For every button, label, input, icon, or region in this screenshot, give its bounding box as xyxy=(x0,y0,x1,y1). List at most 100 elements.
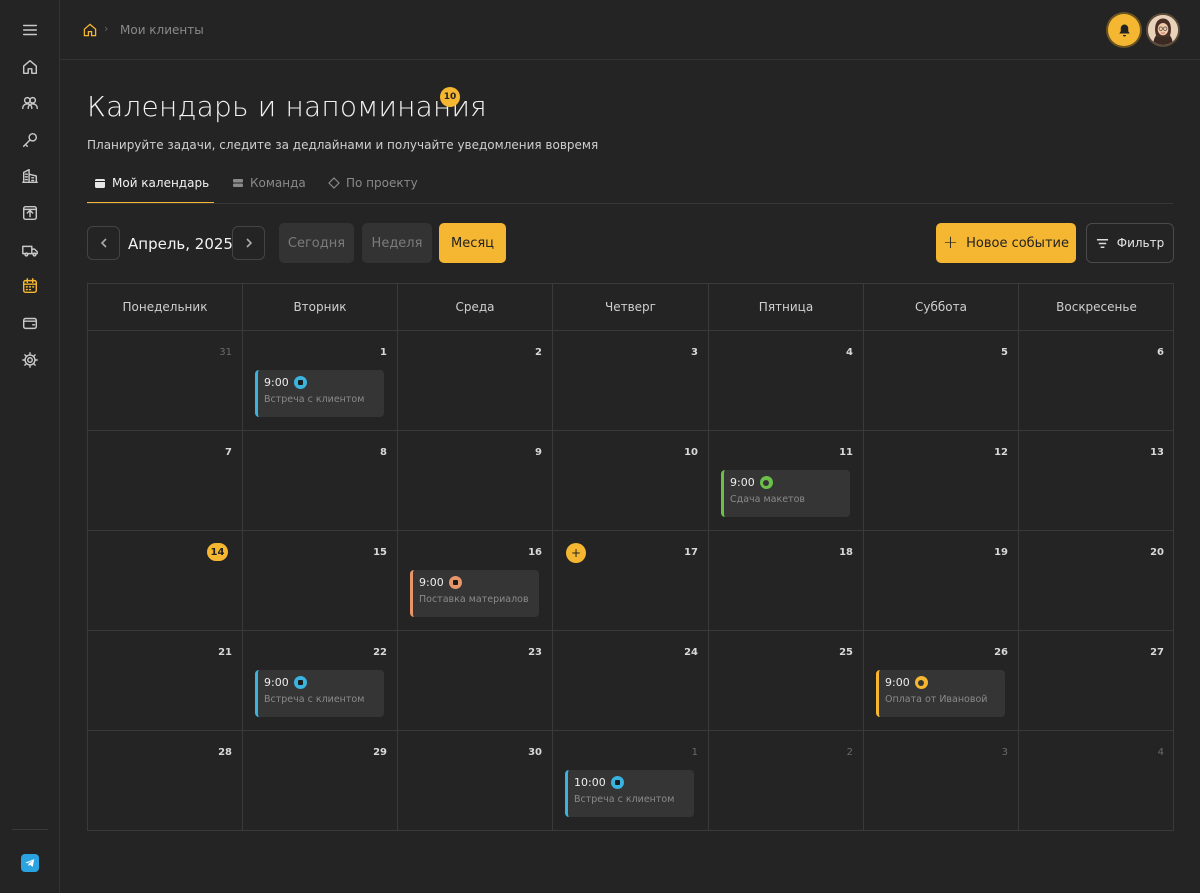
day-cell[interactable]: 8 xyxy=(243,431,398,530)
key-icon[interactable] xyxy=(20,130,40,150)
day-cell[interactable]: 12 xyxy=(864,431,1019,530)
event-card[interactable]: 9:00 Встреча с клиентом xyxy=(255,670,384,717)
day-cell[interactable]: 13 xyxy=(1019,431,1174,530)
tab-team[interactable]: Команда xyxy=(232,176,306,204)
prev-month-button[interactable] xyxy=(87,226,120,260)
day-cell[interactable]: 26 9:00 Оплата от Ивановой xyxy=(864,631,1019,730)
day-cell[interactable]: 22 9:00 Встреча с клиентом xyxy=(243,631,398,730)
day-number: 11 xyxy=(839,447,853,458)
breadcrumb-current[interactable]: Мои клиенты xyxy=(120,23,204,37)
chevron-right-icon xyxy=(245,238,252,248)
meeting-icon xyxy=(293,676,307,689)
truck-icon[interactable] xyxy=(20,240,40,260)
user-avatar[interactable] xyxy=(1146,13,1180,47)
day-number: 13 xyxy=(1150,447,1164,458)
calendar-icon[interactable] xyxy=(20,276,40,296)
event-card[interactable]: 10:00 Встреча с клиентом xyxy=(565,770,694,817)
settings-icon[interactable] xyxy=(20,350,40,370)
add-event-icon[interactable]: + xyxy=(566,543,586,563)
event-card[interactable]: 9:00 Сдача макетов xyxy=(721,470,850,517)
day-cell[interactable]: 7 xyxy=(88,431,243,530)
current-month-label: Апрель, 2025 xyxy=(128,235,233,253)
day-cell[interactable]: 11 9:00 Сдача макетов xyxy=(709,431,864,530)
home-crumb-icon[interactable] xyxy=(82,22,98,38)
day-number: 6 xyxy=(1157,347,1164,358)
week-view-button[interactable]: Неделя xyxy=(362,223,432,263)
day-cell[interactable]: 31 xyxy=(88,331,243,430)
day-cell[interactable]: 3 xyxy=(553,331,709,430)
next-month-button[interactable] xyxy=(232,226,265,260)
calendar-week: 7 8 9 10 11 9:00 Сдача макетов 12 13 xyxy=(88,431,1173,531)
deadline-icon xyxy=(759,476,773,489)
page-subtitle: Планируйте задачи, следите за дедлайнами… xyxy=(87,138,599,152)
day-cell[interactable]: 6 xyxy=(1019,331,1174,430)
filter-button[interactable]: Фильтр xyxy=(1086,223,1174,263)
day-cell[interactable]: 14 xyxy=(88,531,243,630)
day-number: 27 xyxy=(1150,647,1164,658)
meeting-icon xyxy=(293,376,307,389)
wallet-icon[interactable] xyxy=(20,313,40,333)
day-cell[interactable]: 30 xyxy=(398,731,553,830)
day-cell[interactable]: 18 xyxy=(709,531,864,630)
day-number: 3 xyxy=(691,347,698,358)
day-cell[interactable]: 25 xyxy=(709,631,864,730)
reminders-count-badge: 10 xyxy=(440,87,460,107)
weekday-label: Понедельник xyxy=(88,284,243,330)
chevron-left-icon xyxy=(100,238,107,248)
plus-icon: + xyxy=(943,232,959,253)
day-cell[interactable]: 16 9:00 Поставка материалов xyxy=(398,531,553,630)
calendar-week: 28 29 30 1 10:00 Встреча с клиентом 2 3 … xyxy=(88,731,1173,830)
day-cell[interactable]: 27 xyxy=(1019,631,1174,730)
day-cell[interactable]: 29 xyxy=(243,731,398,830)
day-cell[interactable]: 3 xyxy=(864,731,1019,830)
event-time: 10:00 xyxy=(574,776,606,789)
new-event-label: Новое событие xyxy=(966,235,1069,251)
day-cell[interactable]: 28 xyxy=(88,731,243,830)
meeting-icon xyxy=(610,776,624,789)
day-cell[interactable]: 23 xyxy=(398,631,553,730)
day-number: 25 xyxy=(839,647,853,658)
day-cell[interactable]: 10 xyxy=(553,431,709,530)
calendar-week: 14 15 16 9:00 Поставка материалов + 17 1… xyxy=(88,531,1173,631)
day-cell[interactable]: 2 xyxy=(709,731,864,830)
event-card[interactable]: 9:00 Поставка материалов xyxy=(410,570,539,617)
event-card[interactable]: 9:00 Оплата от Ивановой xyxy=(876,670,1005,717)
today-button[interactable]: Сегодня xyxy=(279,223,354,263)
day-cell[interactable]: 1 10:00 Встреча с клиентом xyxy=(553,731,709,830)
weekday-label: Четверг xyxy=(553,284,709,330)
home-icon[interactable] xyxy=(20,57,40,77)
weekday-header: Понедельник Вторник Среда Четверг Пятниц… xyxy=(88,284,1173,331)
new-event-button[interactable]: + Новое событие xyxy=(936,223,1076,263)
day-cell[interactable]: 4 xyxy=(709,331,864,430)
diamond-tab-icon xyxy=(328,177,340,189)
day-cell[interactable]: 4 xyxy=(1019,731,1174,830)
day-cell[interactable]: 1 9:00 Встреча с клиентом xyxy=(243,331,398,430)
day-cell[interactable]: 24 xyxy=(553,631,709,730)
buildings-icon[interactable] xyxy=(20,166,40,186)
users-icon[interactable] xyxy=(20,93,40,113)
day-cell[interactable]: 2 xyxy=(398,331,553,430)
upload-box-icon[interactable] xyxy=(20,203,40,223)
event-card[interactable]: 9:00 Встреча с клиентом xyxy=(255,370,384,417)
day-cell[interactable]: + 17 xyxy=(553,531,709,630)
day-number: 16 xyxy=(528,547,542,558)
telegram-icon[interactable] xyxy=(21,854,39,872)
day-cell[interactable]: 20 xyxy=(1019,531,1174,630)
day-cell[interactable]: 15 xyxy=(243,531,398,630)
team-tab-icon xyxy=(233,179,243,187)
day-cell[interactable]: 9 xyxy=(398,431,553,530)
weekday-label: Воскресенье xyxy=(1056,300,1137,314)
event-title: Поставка материалов xyxy=(419,594,529,605)
day-cell[interactable]: 21 xyxy=(88,631,243,730)
notifications-bell-icon[interactable] xyxy=(1108,14,1140,46)
filter-icon xyxy=(1096,238,1108,248)
day-cell[interactable]: 5 xyxy=(864,331,1019,430)
tab-my-calendar[interactable]: Мой календарь xyxy=(87,176,214,204)
event-time: 9:00 xyxy=(264,676,289,689)
menu-icon[interactable] xyxy=(20,20,40,40)
tab-by-project[interactable]: По проекту xyxy=(328,176,418,204)
month-view-button[interactable]: Месяц xyxy=(439,223,506,263)
day-cell[interactable]: 19 xyxy=(864,531,1019,630)
delivery-icon xyxy=(448,576,462,589)
day-number: 4 xyxy=(846,347,853,358)
